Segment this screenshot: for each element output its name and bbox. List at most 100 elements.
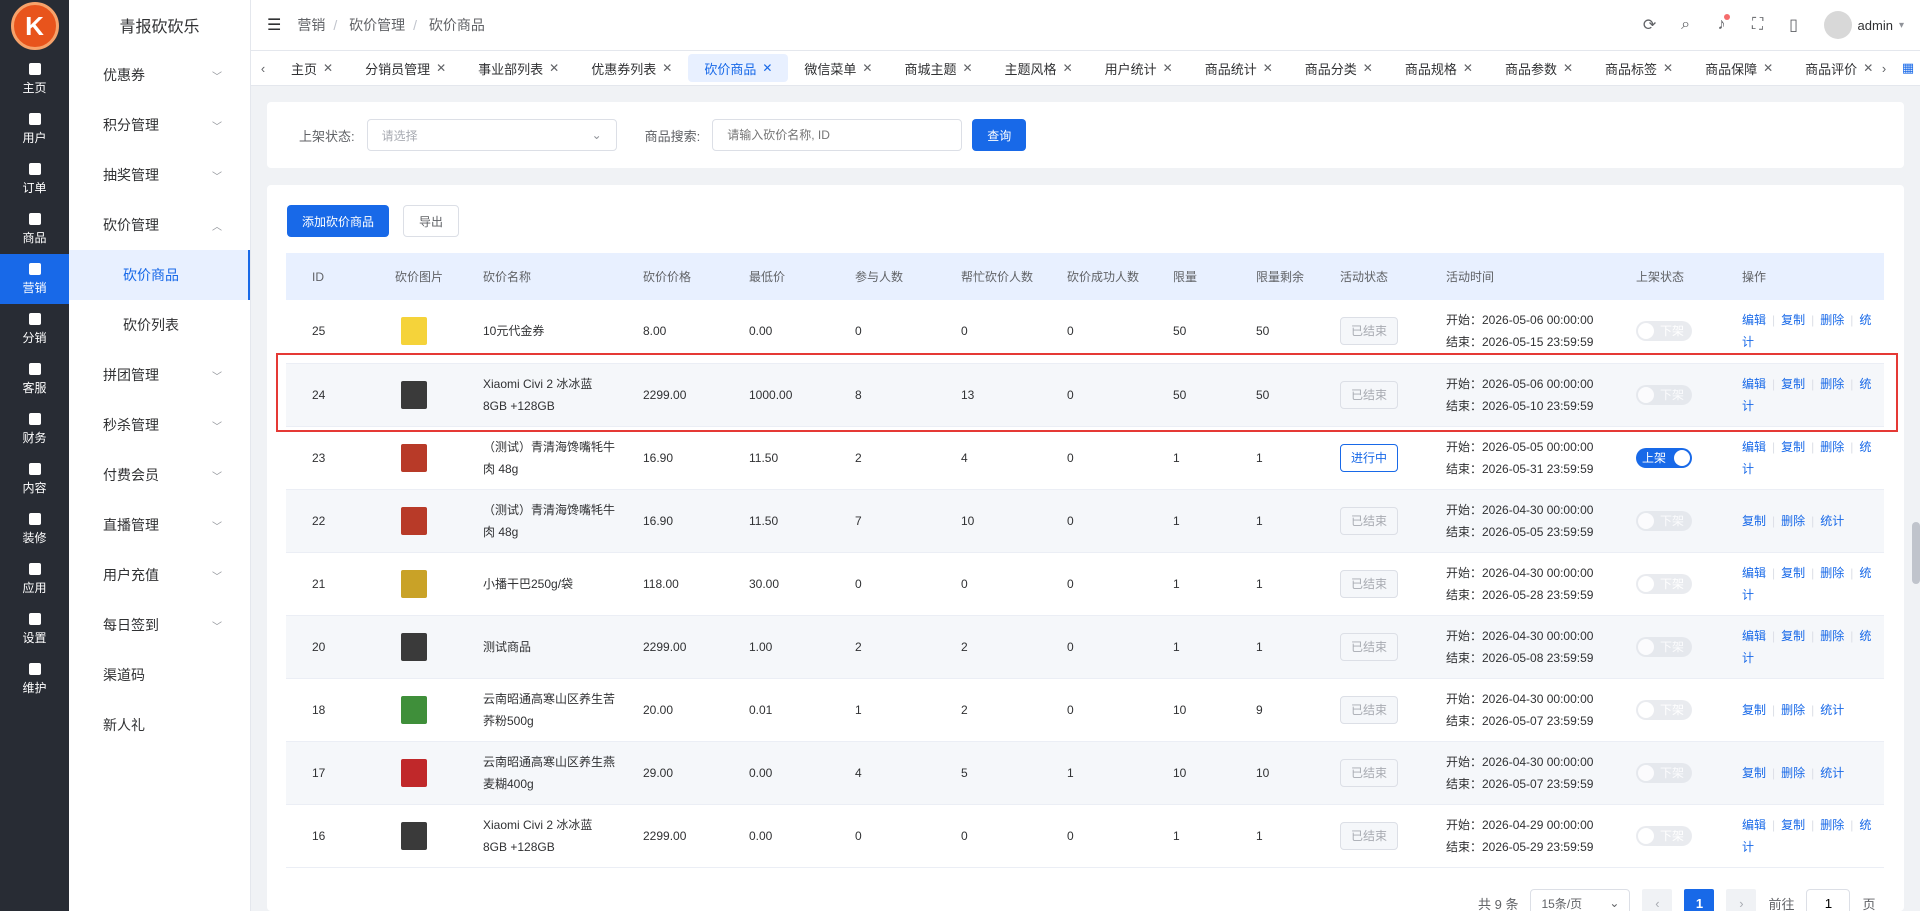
- listing-toggle[interactable]: 下架: [1636, 510, 1692, 531]
- close-icon[interactable]: ✕: [549, 61, 559, 75]
- tab[interactable]: 商品评价 ✕: [1789, 54, 1872, 82]
- bell-icon[interactable]: ♪: [1704, 14, 1740, 34]
- row-action-link[interactable]: 编辑: [1742, 818, 1766, 832]
- submenu-item[interactable]: 每日签到 ﹀: [69, 600, 250, 650]
- row-action-link[interactable]: 统计: [1820, 514, 1844, 528]
- tab[interactable]: 商品分类 ✕: [1289, 54, 1389, 82]
- row-action-link[interactable]: 删除: [1781, 766, 1805, 780]
- close-icon[interactable]: ✕: [1363, 61, 1373, 75]
- submenu-item[interactable]: 用户充值 ﹀: [69, 550, 250, 600]
- row-action-link[interactable]: 删除: [1781, 703, 1805, 717]
- row-action-link[interactable]: 复制: [1781, 566, 1805, 580]
- close-icon[interactable]: ✕: [1563, 61, 1573, 75]
- submenu-item[interactable]: 渠道码: [69, 650, 250, 700]
- tab[interactable]: 商品规格 ✕: [1389, 54, 1489, 82]
- row-action-link[interactable]: 统计: [1820, 766, 1844, 780]
- iconnav-item[interactable]: 营销: [0, 254, 69, 304]
- submenu-item[interactable]: 拼团管理 ﹀: [69, 350, 250, 400]
- submenu-item[interactable]: 优惠券 ﹀: [69, 50, 250, 100]
- row-action-link[interactable]: 复制: [1781, 629, 1805, 643]
- iconnav-item[interactable]: 用户: [0, 104, 69, 154]
- refresh-icon[interactable]: ⟳: [1632, 15, 1668, 35]
- tab[interactable]: 主页 ✕: [275, 54, 349, 82]
- tab[interactable]: 主题风格 ✕: [989, 54, 1089, 82]
- row-action-link[interactable]: 统计: [1820, 703, 1844, 717]
- fullscreen-icon[interactable]: ⛶: [1740, 16, 1776, 34]
- listing-toggle[interactable]: 下架: [1636, 384, 1692, 405]
- row-action-link[interactable]: 复制: [1781, 440, 1805, 454]
- row-action-link[interactable]: 复制: [1781, 818, 1805, 832]
- export-button[interactable]: 导出: [403, 205, 460, 237]
- iconnav-item[interactable]: 维护: [0, 654, 69, 704]
- iconnav-item[interactable]: 装修: [0, 504, 69, 554]
- iconnav-item[interactable]: 客服: [0, 354, 69, 404]
- iconnav-item[interactable]: 设置: [0, 604, 69, 654]
- row-action-link[interactable]: 编辑: [1742, 440, 1766, 454]
- listing-toggle[interactable]: 上架: [1636, 447, 1692, 468]
- tab[interactable]: 商城主题 ✕: [888, 54, 988, 82]
- row-action-link[interactable]: 删除: [1820, 440, 1844, 454]
- row-action-link[interactable]: 删除: [1820, 313, 1844, 327]
- close-icon[interactable]: ✕: [1263, 61, 1273, 75]
- row-action-link[interactable]: 删除: [1820, 377, 1844, 391]
- submenu-item[interactable]: 付费会员 ﹀: [69, 450, 250, 500]
- listing-toggle[interactable]: 下架: [1636, 762, 1692, 783]
- row-action-link[interactable]: 删除: [1820, 818, 1844, 832]
- close-icon[interactable]: ✕: [962, 61, 972, 75]
- tab[interactable]: 砍价商品 ✕: [688, 54, 789, 82]
- close-icon[interactable]: ✕: [1463, 61, 1473, 75]
- close-icon[interactable]: ✕: [1063, 61, 1073, 75]
- prev-page-button[interactable]: ‹: [1642, 889, 1673, 911]
- close-icon[interactable]: ✕: [762, 61, 772, 75]
- row-action-link[interactable]: 复制: [1742, 514, 1766, 528]
- breadcrumb-item[interactable]: 砍价管理: [349, 17, 405, 33]
- row-action-link[interactable]: 复制: [1742, 766, 1766, 780]
- tab[interactable]: 商品参数 ✕: [1489, 54, 1589, 82]
- submenu-item[interactable]: 砍价列表: [69, 300, 250, 350]
- close-icon[interactable]: ✕: [662, 61, 672, 75]
- row-action-link[interactable]: 删除: [1820, 566, 1844, 580]
- tab[interactable]: 微信菜单 ✕: [788, 54, 888, 82]
- chevron-right-icon[interactable]: ›: [1872, 61, 1896, 76]
- row-action-link[interactable]: 编辑: [1742, 629, 1766, 643]
- tab[interactable]: 商品统计 ✕: [1189, 54, 1289, 82]
- tab[interactable]: 优惠券列表 ✕: [575, 54, 688, 82]
- listing-toggle[interactable]: 下架: [1636, 321, 1692, 342]
- search-input[interactable]: [712, 119, 963, 151]
- username[interactable]: admin: [1858, 18, 1893, 33]
- submenu-item[interactable]: 砍价管理 ︿: [69, 200, 250, 250]
- listing-toggle[interactable]: 下架: [1636, 636, 1692, 657]
- close-icon[interactable]: ✕: [436, 61, 446, 75]
- chevron-left-icon[interactable]: ‹: [251, 61, 275, 76]
- row-action-link[interactable]: 编辑: [1742, 377, 1766, 391]
- iconnav-item[interactable]: 财务: [0, 404, 69, 454]
- iconnav-item[interactable]: 分销: [0, 304, 69, 354]
- listing-toggle[interactable]: 下架: [1636, 699, 1692, 720]
- submenu-item[interactable]: 秒杀管理 ﹀: [69, 400, 250, 450]
- tab[interactable]: 商品标签 ✕: [1589, 54, 1689, 82]
- row-action-link[interactable]: 删除: [1820, 629, 1844, 643]
- submenu-item[interactable]: 直播管理 ﹀: [69, 500, 250, 550]
- add-bargain-button[interactable]: 添加砍价商品: [287, 205, 390, 237]
- iconnav-item[interactable]: 订单: [0, 154, 69, 204]
- menu-toggle-icon[interactable]: ☰: [267, 15, 281, 35]
- row-action-link[interactable]: 复制: [1781, 313, 1805, 327]
- submenu-item[interactable]: 新人礼: [69, 700, 250, 750]
- listing-toggle[interactable]: 下架: [1636, 825, 1692, 846]
- mobile-icon[interactable]: ▯: [1776, 15, 1812, 35]
- tab[interactable]: 事业部列表 ✕: [462, 54, 575, 82]
- close-icon[interactable]: ✕: [1163, 61, 1173, 75]
- submenu-item[interactable]: 砍价商品: [69, 250, 250, 300]
- row-action-link[interactable]: 编辑: [1742, 313, 1766, 327]
- row-action-link[interactable]: 复制: [1781, 377, 1805, 391]
- tab[interactable]: 分销员管理 ✕: [349, 54, 462, 82]
- page-size-select[interactable]: 15条/页 ⌄: [1530, 889, 1631, 911]
- iconnav-item[interactable]: 应用: [0, 554, 69, 604]
- close-icon[interactable]: ✕: [862, 61, 872, 75]
- query-button[interactable]: 查询: [972, 119, 1027, 151]
- row-action-link[interactable]: 编辑: [1742, 566, 1766, 580]
- submenu-item[interactable]: 积分管理 ﹀: [69, 100, 250, 150]
- iconnav-item[interactable]: 商品: [0, 204, 69, 254]
- status-select[interactable]: 请选择 ⌄: [366, 119, 617, 151]
- tab[interactable]: 商品保障 ✕: [1689, 54, 1789, 82]
